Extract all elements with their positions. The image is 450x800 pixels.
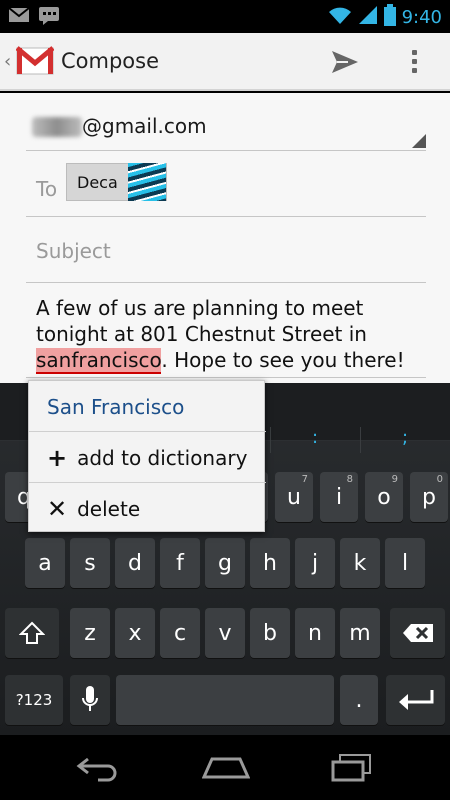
recipient-chip-name: Deca [77, 172, 118, 192]
add-to-dictionary-item[interactable]: + add to dictionary [29, 432, 266, 483]
key-j[interactable]: j [295, 538, 335, 588]
redacted-username [32, 117, 82, 137]
body-text-before: A few of us are planning to meet tonight… [36, 296, 367, 346]
key-k[interactable]: k [340, 538, 380, 588]
wifi-icon [328, 5, 352, 29]
spelling-suggestion-popup: San Francisco + add to dictionary ✕ dele… [28, 380, 266, 534]
voice-input-key[interactable] [70, 675, 110, 725]
contact-photo [127, 163, 166, 201]
gmail-logo-icon[interactable] [15, 46, 55, 80]
to-field[interactable]: To Deca [26, 157, 426, 217]
key-b[interactable]: b [250, 608, 290, 658]
key-a[interactable]: a [25, 538, 65, 588]
shift-key[interactable] [5, 608, 59, 658]
suggestion-divider [270, 427, 271, 453]
send-button[interactable] [330, 49, 360, 79]
space-bar[interactable] [116, 675, 334, 725]
back-button[interactable] [76, 755, 120, 787]
subject-placeholder: Subject [36, 239, 111, 263]
up-caret-icon[interactable]: ‹ [4, 51, 11, 72]
body-divider [26, 377, 426, 378]
delete-item[interactable]: ✕ delete [29, 483, 266, 534]
key-n[interactable]: n [295, 608, 335, 658]
navigation-bar [0, 735, 450, 800]
backspace-key[interactable] [390, 608, 445, 658]
key-l[interactable]: l [385, 538, 425, 588]
key-z[interactable]: z [70, 608, 110, 658]
body-field[interactable]: A few of us are planning to meet tonight… [36, 295, 426, 374]
gmail-notification-icon [8, 6, 30, 30]
recipient-chip[interactable]: Deca [66, 163, 167, 201]
subject-field[interactable]: Subject [26, 221, 426, 283]
recent-apps-icon [331, 754, 371, 782]
to-label: To [36, 177, 58, 201]
spinner-triangle-icon [412, 134, 426, 148]
key-i[interactable]: 8i [320, 472, 358, 522]
microphone-icon [82, 686, 98, 711]
suggestion-san-francisco[interactable]: San Francisco [29, 381, 266, 432]
body-text-after: . Hope to see you there! [161, 348, 405, 372]
key-u[interactable]: 7u [275, 472, 313, 522]
battery-icon [383, 4, 396, 30]
key-c[interactable]: c [160, 608, 200, 658]
clock: 9:40 [401, 6, 442, 28]
suggestion-divider [360, 427, 361, 453]
key-g[interactable]: g [205, 538, 245, 588]
x-icon: ✕ [47, 494, 68, 523]
shift-icon [19, 621, 45, 644]
overflow-menu-icon[interactable] [405, 46, 423, 78]
key-m[interactable]: m [340, 608, 380, 658]
plus-icon: + [47, 443, 68, 472]
action-bar: ‹ Compose [0, 33, 450, 91]
suggestion-colon[interactable]: : [312, 427, 318, 448]
enter-arrow-icon [398, 690, 433, 710]
symbols-key[interactable]: ?123 [5, 675, 63, 725]
key-f[interactable]: f [160, 538, 200, 588]
signal-icon [358, 5, 378, 29]
key-x[interactable]: x [115, 608, 155, 658]
from-account-spinner[interactable]: @gmail.com [26, 105, 426, 151]
key-o[interactable]: 9o [365, 472, 403, 522]
key-p[interactable]: 0p [410, 472, 448, 522]
status-bar: 9:40 [0, 0, 450, 33]
enter-key[interactable] [386, 675, 445, 725]
back-icon [76, 757, 117, 782]
key-v[interactable]: v [205, 608, 245, 658]
compose-form: @gmail.com To Deca Subject A few of us a… [0, 93, 450, 383]
key-d[interactable]: d [115, 538, 155, 588]
recent-apps-button[interactable] [330, 753, 374, 787]
period-key[interactable]: . [340, 675, 378, 725]
from-address: @gmail.com [82, 114, 207, 138]
home-button[interactable] [201, 755, 251, 785]
message-notification-icon [38, 6, 60, 30]
misspelled-word[interactable]: sanfrancisco [36, 348, 162, 374]
home-icon [201, 757, 251, 779]
backspace-icon [402, 624, 433, 642]
key-s[interactable]: s [70, 538, 110, 588]
key-h[interactable]: h [250, 538, 290, 588]
suggestion-semicolon[interactable]: ; [402, 427, 408, 448]
page-title: Compose [61, 49, 160, 73]
